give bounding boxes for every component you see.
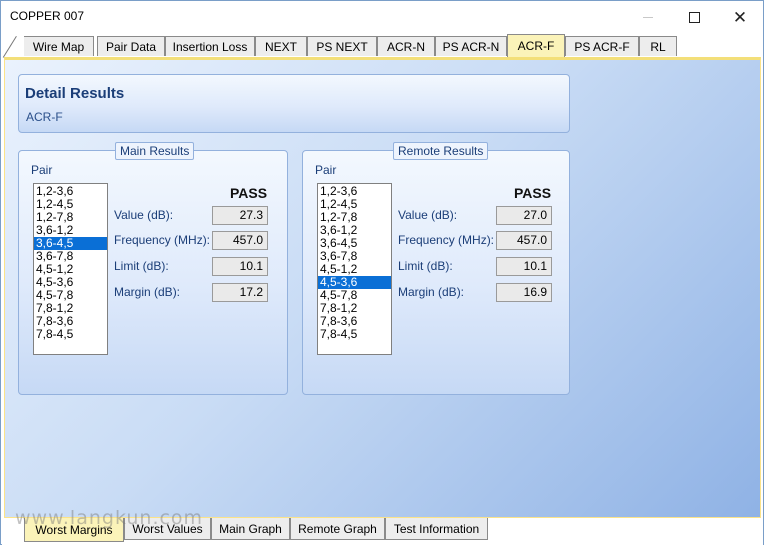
main-margin-field: 17.2 (212, 283, 268, 302)
remote-margin-label: Margin (dB): (398, 285, 465, 299)
app-window: COPPER 007 ✕ Wire Map Pair Data Insertio… (0, 0, 764, 545)
main-limit-label: Limit (dB): (114, 259, 169, 273)
remote-pair-list[interactable]: 1,2-3,6 1,2-4,5 1,2-7,8 3,6-1,2 3,6-4,5 … (317, 183, 392, 355)
main-status: PASS (230, 185, 268, 201)
tab-remote-graph[interactable]: Remote Graph (290, 518, 385, 540)
tab-pair-data[interactable]: Pair Data (97, 36, 165, 56)
detail-results-panel: Detail Results ACR-F (18, 74, 570, 133)
tab-ps-acr-f[interactable]: PS ACR-F (565, 36, 639, 56)
maximize-icon (688, 11, 700, 23)
maximize-button[interactable] (671, 1, 717, 33)
window-title: COPPER 007 (10, 9, 85, 23)
main-frequency-label: Frequency (MHz): (114, 233, 211, 247)
remote-limit-field: 10.1 (496, 257, 552, 276)
tab-worst-values[interactable]: Worst Values (124, 518, 211, 540)
remote-frequency-label: Frequency (MHz): (398, 233, 495, 247)
remote-results-group: Remote Results Pair 1,2-3,6 1,2-4,5 1,2-… (302, 142, 570, 395)
tab-test-information[interactable]: Test Information (385, 518, 488, 540)
detail-subtitle: ACR-F (26, 110, 63, 124)
title-bar: COPPER 007 ✕ (1, 1, 763, 33)
tab-ps-acr-n[interactable]: PS ACR-N (435, 36, 507, 56)
top-tab-strip: Wire Map Pair Data Insertion Loss NEXT P… (2, 34, 763, 58)
content-area: Detail Results ACR-F Main Results Pair 1… (4, 57, 761, 518)
tab-ps-next[interactable]: PS NEXT (307, 36, 377, 56)
remote-value-label: Value (dB): (398, 208, 458, 222)
remote-pair-label: Pair (315, 163, 337, 177)
minimize-button[interactable] (625, 1, 671, 33)
main-results-legend: Main Results (115, 142, 195, 160)
list-item[interactable]: 7,8-4,5 (34, 328, 107, 341)
main-frequency-field: 457.0 (212, 231, 268, 250)
tab-acr-n[interactable]: ACR-N (377, 36, 435, 56)
main-margin-label: Margin (dB): (114, 285, 181, 299)
remote-status: PASS (514, 185, 552, 201)
tab-slant-decoration (2, 36, 17, 58)
main-value-label: Value (dB): (114, 208, 174, 222)
close-button[interactable]: ✕ (717, 1, 763, 33)
main-limit-field: 10.1 (212, 257, 268, 276)
bottom-tab-strip: Worst Margins Worst Values Main Graph Re… (2, 518, 763, 545)
minimize-icon (643, 16, 653, 18)
remote-limit-label: Limit (dB): (398, 259, 453, 273)
remote-results-legend: Remote Results (393, 142, 489, 160)
tab-next[interactable]: NEXT (255, 36, 307, 56)
tab-wire-map[interactable]: Wire Map (24, 36, 94, 56)
tab-main-graph[interactable]: Main Graph (211, 518, 290, 540)
tab-worst-margins[interactable]: Worst Margins (24, 518, 124, 542)
main-results-group: Main Results Pair 1,2-3,6 1,2-4,5 1,2-7,… (18, 142, 288, 395)
tab-rl[interactable]: RL (639, 36, 677, 56)
detail-title: Detail Results (25, 85, 125, 102)
close-icon: ✕ (732, 7, 748, 27)
remote-margin-field: 16.9 (496, 283, 552, 302)
tab-insertion-loss[interactable]: Insertion Loss (165, 36, 255, 56)
main-value-field: 27.3 (212, 206, 268, 225)
tab-acr-f[interactable]: ACR-F (507, 34, 565, 57)
main-pair-list[interactable]: 1,2-3,6 1,2-4,5 1,2-7,8 3,6-1,2 3,6-4,5 … (33, 183, 108, 355)
remote-value-field: 27.0 (496, 206, 552, 225)
list-item[interactable]: 7,8-4,5 (318, 328, 391, 341)
main-pair-label: Pair (31, 163, 53, 177)
remote-frequency-field: 457.0 (496, 231, 552, 250)
